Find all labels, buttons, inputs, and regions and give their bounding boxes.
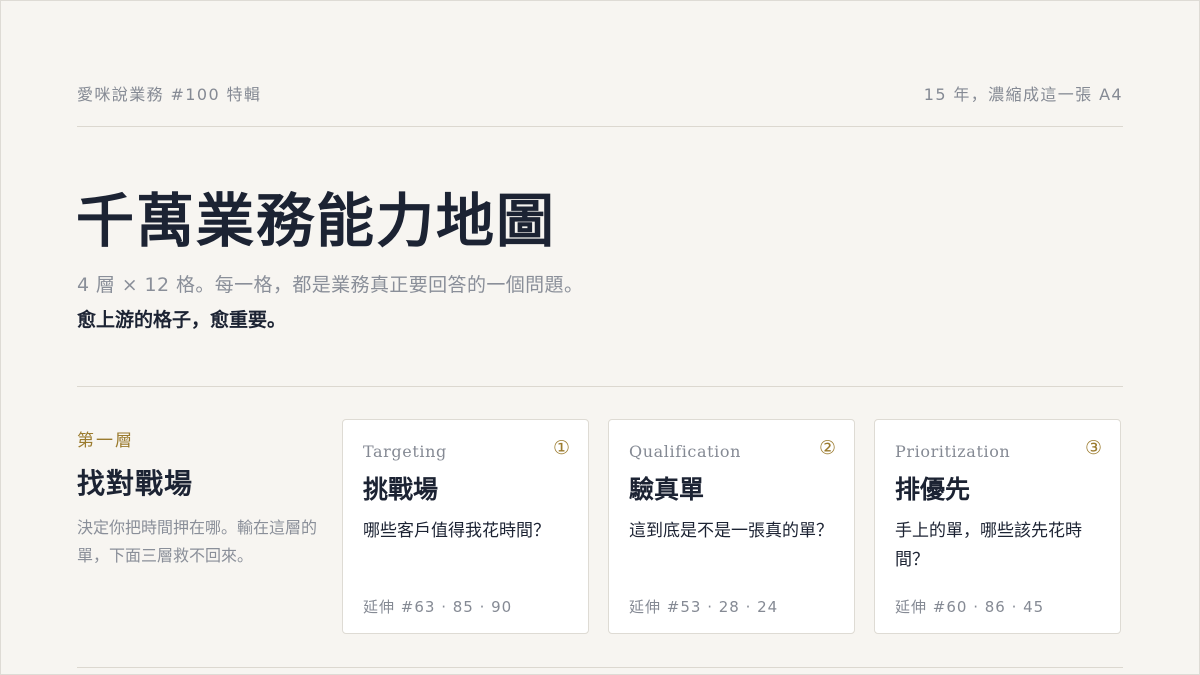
card-title: 排優先 [895, 475, 971, 504]
card-number: ② [818, 437, 836, 459]
bottom-divider [77, 667, 1123, 668]
card-title: 驗真單 [629, 475, 705, 504]
section-divider [77, 386, 1123, 387]
card-question: 哪些客戶值得我花時間？ [363, 521, 550, 541]
layer-name: 找對戰場 [77, 467, 194, 500]
card-english-label: Prioritization [895, 442, 1011, 461]
card-extension: 延伸 #53 · 28 · 24 [629, 598, 779, 616]
layer-description: 決定你把時間押在哪。輸在這層的單，下面三層救不回來。 [77, 518, 318, 565]
card-number: ③ [1084, 437, 1102, 459]
card-english-label: Targeting [363, 442, 447, 461]
emphasis-line: 愈上游的格子，愈重要。 [77, 309, 287, 331]
page-subtitle: 4 層 × 12 格。每一格，都是業務真正要回答的一個問題。 [77, 274, 584, 296]
card-question: 手上的單，哪些該先花時間？ [895, 521, 1082, 570]
layer-tag: 第一層 [77, 431, 134, 451]
card-targeting[interactable]: Targeting ① 挑戰場 哪些客戶值得我花時間？ 延伸 #63 · 85 … [342, 419, 589, 634]
series-label: 愛咪說業務 #100 特輯 [77, 85, 262, 104]
card-extension: 延伸 #63 · 85 · 90 [363, 598, 513, 616]
card-extension: 延伸 #60 · 86 · 45 [895, 598, 1045, 616]
top-bar: 愛咪說業務 #100 特輯 15 年，濃縮成這一張 A4 [77, 81, 1123, 104]
card-qualification[interactable]: Qualification ② 驗真單 這到底是不是一張真的單？ 延伸 #53 … [608, 419, 855, 634]
card-prioritization[interactable]: Prioritization ③ 排優先 手上的單，哪些該先花時間？ 延伸 #6… [874, 419, 1121, 634]
page-title: 千萬業務能力地圖 [76, 187, 557, 255]
card-number: ① [552, 437, 570, 459]
card-english-label: Qualification [629, 442, 742, 461]
header-divider [77, 126, 1123, 127]
card-question: 這到底是不是一張真的單？ [629, 521, 833, 541]
card-title: 挑戰場 [363, 475, 439, 504]
tagline: 15 年，濃縮成這一張 A4 [923, 85, 1123, 104]
